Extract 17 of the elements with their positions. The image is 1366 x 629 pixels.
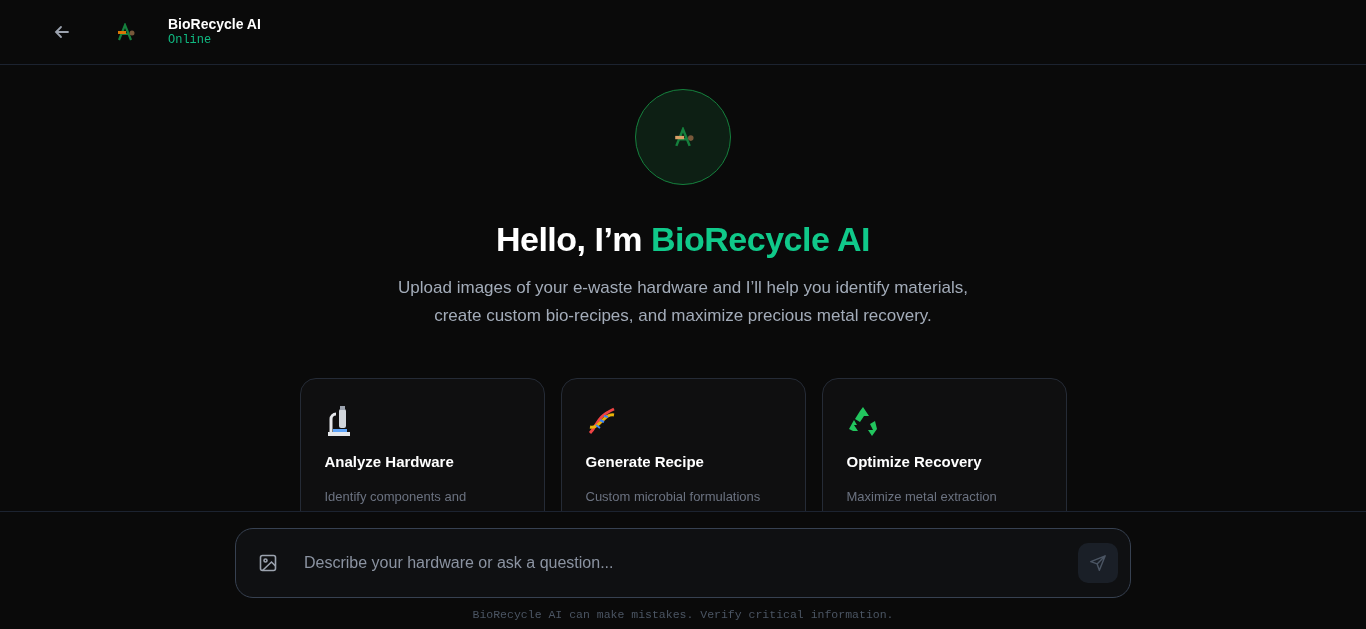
disclaimer-text: BioRecycle AI can make mistakes. Verify critical information. xyxy=(472,607,894,623)
card-description: Custom microbial formulations xyxy=(585,488,762,507)
image-upload-icon[interactable] xyxy=(258,553,278,573)
card-description: Identify components and xyxy=(324,488,468,507)
message-input[interactable]: Describe your hardware or ask a question... xyxy=(302,550,1062,576)
feature-card[interactable]: Analyze Hardware Identify components and xyxy=(299,377,545,511)
card-description: Maximize metal extraction xyxy=(846,488,998,507)
hero-subtitle: Upload images of your e-waste hardware and I’ll help you identify materials, create custom bio-recipes, and maximize precious metal recovery. xyxy=(397,276,969,327)
feature-card[interactable]: Optimize Recovery Maximize metal extraction xyxy=(821,377,1067,511)
hero-heading: Hello, I’m BioRecycle AI xyxy=(494,219,872,260)
card-title: Optimize Recovery xyxy=(846,451,983,472)
feature-card[interactable]: Generate Recipe Custom microbial formulations xyxy=(560,377,806,511)
card-title: Generate Recipe xyxy=(585,451,705,472)
card-title: Analyze Hardware xyxy=(324,451,455,472)
status-text: Online xyxy=(168,33,213,48)
app-title: BioRecycle AI xyxy=(168,16,261,33)
message-box[interactable]: Describe your hardware or ask a question... xyxy=(235,528,1131,598)
